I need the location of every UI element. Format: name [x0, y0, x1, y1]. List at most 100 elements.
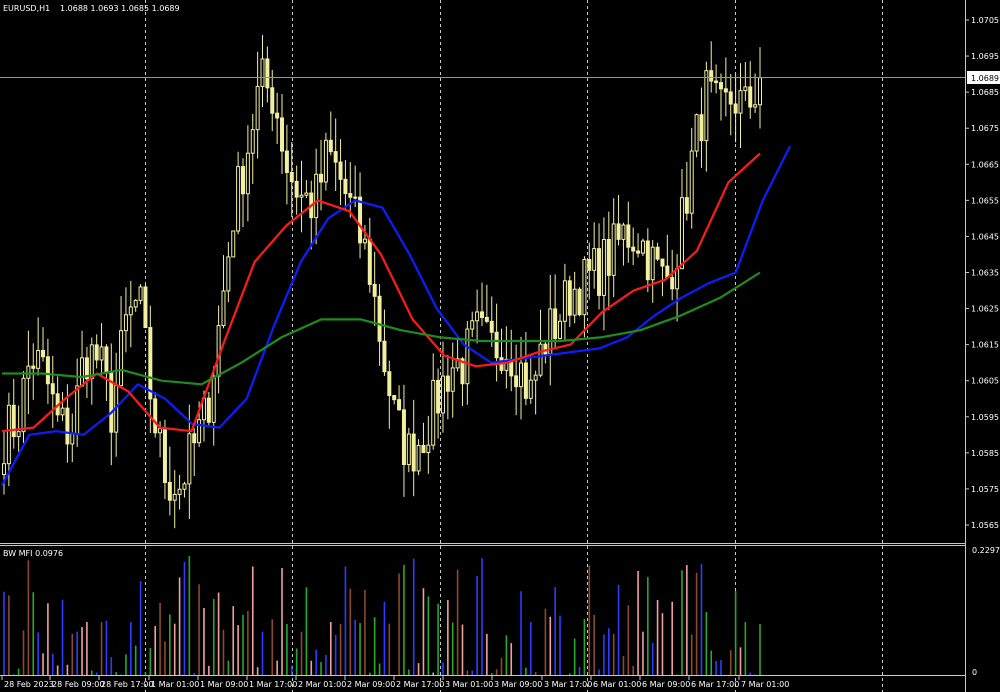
candle-body: [240, 166, 245, 195]
price-tick-label: 1.0635: [971, 269, 999, 278]
candle-body: [572, 288, 577, 316]
candle-body: [255, 85, 260, 131]
candle-body: [343, 178, 348, 195]
candle-body: [211, 375, 216, 423]
candle-body: [382, 340, 387, 373]
time-tick-label: 6 Mar 17:00: [691, 680, 739, 689]
candle-body: [704, 70, 709, 142]
candle-body: [650, 246, 655, 281]
chart-ohlc: 1.0688 1.0693 1.0685 1.0689: [60, 4, 180, 13]
candle-body: [187, 433, 192, 485]
indicator-label: BW MFI 0.0976: [3, 549, 63, 558]
candle-body: [80, 357, 85, 387]
time-tick-label: 3 Mar 17:00: [544, 680, 592, 689]
candle-body: [679, 197, 684, 270]
time-tick-label: 2 Mar 01:00: [298, 680, 346, 689]
candle-body: [733, 103, 738, 114]
time-tick-label: 1 Mar 09:00: [200, 680, 248, 689]
candle-body: [645, 240, 650, 281]
candle-body: [89, 344, 94, 380]
time-tick-label: 3 Mar 09:00: [494, 680, 542, 689]
candle-body: [319, 173, 324, 183]
price-axis[interactable]: 1.0705 1.0695 1.0685 1.0675 1.0665 1.0655 1.06…: [965, 16, 999, 530]
time-tick-label: 2 Mar 09:00: [347, 680, 395, 689]
candle-body: [562, 280, 567, 322]
candle-body: [684, 197, 689, 214]
candle-body: [484, 316, 489, 322]
candle-body: [138, 286, 143, 301]
candle-body: [94, 344, 99, 361]
price-tick-label: 1.0645: [971, 232, 999, 241]
candle-body: [133, 299, 138, 308]
candle-body: [406, 433, 411, 466]
candle-body: [21, 377, 26, 433]
time-tick-label: 6 Mar 09:00: [642, 680, 690, 689]
candle-body: [660, 258, 665, 267]
price-tick-label: 1.0605: [971, 377, 999, 386]
candle-body: [738, 90, 743, 114]
candle-body: [162, 428, 167, 483]
time-tick-label: 28 Feb 2023: [4, 680, 54, 689]
candle-body: [192, 433, 197, 444]
candle-body: [275, 112, 280, 119]
candle-body: [182, 483, 187, 490]
candle-body: [75, 385, 80, 435]
candle-body: [675, 268, 680, 290]
candle-body: [260, 58, 265, 87]
time-tick-label: 1 Mar 17:00: [249, 680, 297, 689]
candle-body: [606, 238, 611, 276]
candle-body: [694, 114, 699, 152]
price-tick-label: 1.0665: [971, 160, 999, 169]
candle-body: [582, 259, 587, 316]
candle-body: [372, 283, 377, 297]
candle-body: [284, 150, 289, 173]
candle-body: [548, 308, 553, 355]
candle-body: [123, 314, 128, 332]
chart-canvas: 1.0705 1.0695 1.0685 1.0675 1.0665 1.0655 1.06…: [0, 0, 1000, 692]
candle-body: [421, 444, 426, 454]
candle-body: [401, 409, 406, 466]
candle-body: [172, 493, 177, 501]
candle-body: [50, 383, 55, 395]
candle-body: [655, 246, 660, 260]
candle-body: [714, 80, 719, 84]
current-price-label: 1.0689: [971, 74, 999, 83]
candle-body: [494, 331, 499, 359]
candle-body: [440, 375, 445, 414]
candle-body: [11, 404, 16, 438]
candle-body: [362, 238, 367, 244]
time-tick-label: 28 Feb 09:00: [52, 680, 104, 689]
candle-body: [31, 365, 36, 369]
candle-body: [294, 180, 299, 198]
candle-body: [392, 395, 397, 401]
candle-body: [743, 86, 748, 92]
mfi-tick-label: 0.2297: [972, 546, 1000, 555]
candle-body: [221, 290, 226, 327]
time-tick-label: 7 Mar 01:00: [741, 680, 789, 689]
time-tick-label: 28 Feb 17:00: [101, 680, 153, 689]
candle-body: [514, 375, 519, 388]
candle-body: [723, 88, 728, 93]
candle-body: [70, 433, 75, 445]
candle-body: [621, 224, 626, 240]
candle-body: [748, 86, 753, 108]
candle-body: [323, 139, 328, 183]
candle-body: [45, 356, 50, 385]
price-tick-label: 1.0625: [971, 305, 999, 314]
price-tick-label: 1.0615: [971, 341, 999, 350]
price-tick-label: 1.0575: [971, 485, 999, 494]
candle-body: [353, 196, 358, 199]
candle-body: [709, 70, 714, 82]
candle-body: [270, 87, 275, 114]
candle-body: [216, 325, 221, 377]
candle-body: [328, 139, 333, 153]
candle-body: [601, 238, 606, 296]
candle-body: [553, 308, 558, 339]
candle-body: [728, 91, 733, 105]
candle-body: [167, 481, 172, 501]
candle-body: [567, 280, 572, 316]
candle-body: [533, 374, 538, 381]
candle-body: [597, 248, 602, 296]
candle-body: [479, 311, 484, 318]
candle-body: [143, 286, 148, 329]
